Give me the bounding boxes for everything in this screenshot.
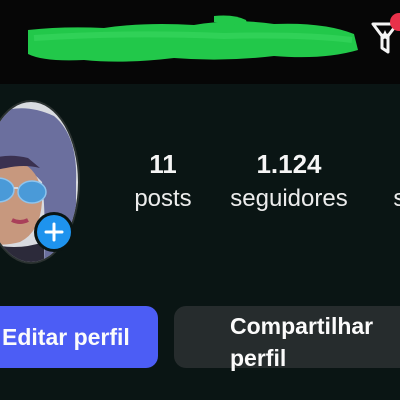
add-story-button[interactable] bbox=[34, 212, 74, 252]
followers-label: seguidores bbox=[230, 185, 348, 212]
filter-star-icon[interactable] bbox=[370, 10, 400, 62]
notification-badge bbox=[390, 13, 400, 31]
followers-stat[interactable]: 1.124 seguidores bbox=[224, 146, 354, 216]
share-profile-label: Compartilhar perfil bbox=[230, 313, 374, 371]
share-profile-button[interactable]: Compartilhar perfil bbox=[174, 306, 400, 371]
profile-screen: 11 posts 1.124 seguidores 1 se Editar pe… bbox=[0, 0, 400, 400]
top-bar bbox=[0, 0, 400, 84]
following-stat[interactable]: 1 se bbox=[376, 146, 400, 216]
edit-profile-label: Editar perfil bbox=[2, 323, 130, 350]
following-count: 1 bbox=[376, 146, 400, 182]
posts-label: posts bbox=[134, 185, 192, 212]
plus-icon bbox=[44, 222, 64, 242]
username-redaction bbox=[28, 15, 358, 62]
edit-profile-button[interactable]: Editar perfil bbox=[0, 306, 158, 368]
following-label: se bbox=[393, 185, 400, 212]
posts-stat[interactable]: 11 posts bbox=[120, 146, 206, 216]
posts-count: 11 bbox=[149, 149, 177, 179]
followers-count: 1.124 bbox=[256, 149, 322, 179]
